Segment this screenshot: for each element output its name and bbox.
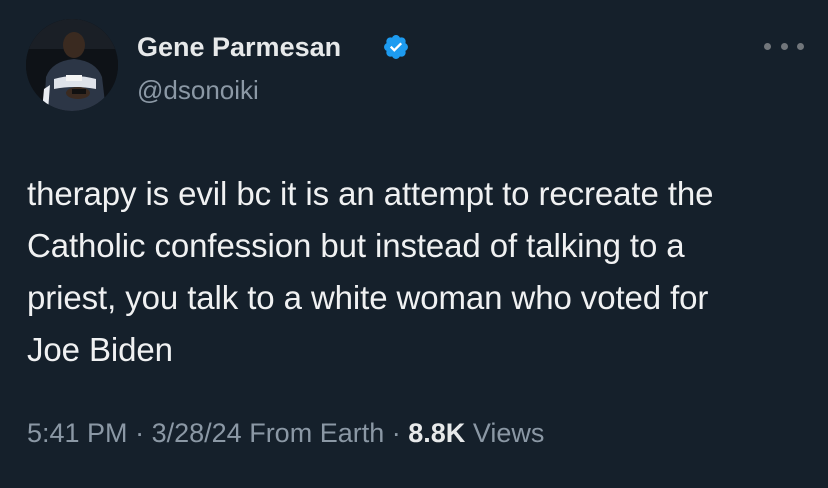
tweet-text: therapy is evil bc it is an attempt to r… bbox=[27, 175, 714, 368]
dot bbox=[780, 42, 788, 50]
avatar-image bbox=[26, 19, 118, 111]
author-display-name[interactable]: Gene Parmesan bbox=[137, 32, 341, 63]
views-label: Views bbox=[472, 418, 545, 448]
tweet-source: From Earth bbox=[249, 418, 385, 448]
more-options-icon[interactable] bbox=[764, 34, 804, 58]
meta-separator: · bbox=[135, 418, 145, 448]
verified-badge-icon bbox=[384, 35, 408, 59]
author-handle[interactable]: @dsonoiki bbox=[137, 75, 259, 106]
avatar[interactable] bbox=[26, 19, 118, 111]
tweet-meta: 5:41 PM · 3/28/24 From Earth · 8.8K View… bbox=[27, 418, 544, 449]
tweet-time[interactable]: 5:41 PM bbox=[27, 418, 128, 448]
dot bbox=[764, 42, 771, 50]
tweet-card: Gene Parmesan @dsonoiki therapy is evil … bbox=[0, 0, 828, 488]
dot bbox=[797, 42, 804, 50]
tweet-date[interactable]: 3/28/24 bbox=[152, 418, 242, 448]
views-count[interactable]: 8.8K bbox=[408, 418, 465, 448]
meta-separator: · bbox=[391, 418, 401, 448]
